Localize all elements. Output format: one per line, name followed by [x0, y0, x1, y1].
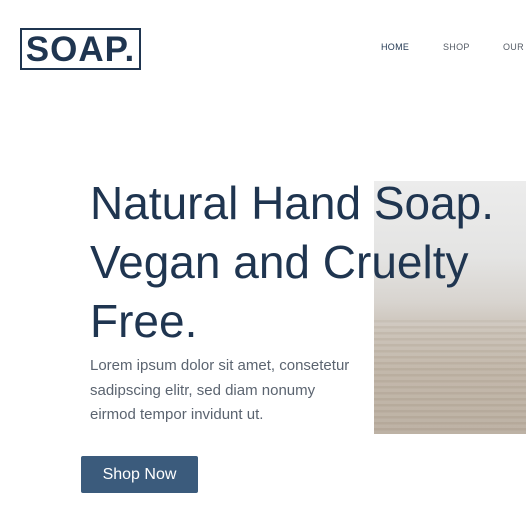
shop-now-button[interactable]: Shop Now: [81, 456, 198, 493]
nav-item-shop[interactable]: SHOP: [443, 42, 470, 52]
hero-description-line-1: Lorem ipsum dolor sit amet, consetetur: [90, 357, 350, 374]
hero-description: Lorem ipsum dolor sit amet, consetetur s…: [90, 354, 370, 428]
main-nav: HOME SHOP OUR S: [0, 42, 526, 56]
nav-item-our-story[interactable]: OUR S: [503, 42, 526, 52]
hero-description-line-2: sadipscing elitr, sed diam nonumy: [90, 381, 316, 399]
hero-headline: Natural Hand Soap. Vegan and Cruelty Fre…: [90, 174, 526, 351]
hero-headline-line-2: Vegan and Cruelty: [90, 236, 469, 288]
nav-item-home[interactable]: HOME: [381, 42, 409, 52]
page: SOAP. HOME SHOP OUR S Natural Hand Soap.…: [0, 0, 526, 530]
hero-description-line-3: eirmod tempor invidunt ut.: [90, 406, 264, 423]
hero-headline-line-3: Free.: [90, 295, 198, 347]
hero-headline-line-1: Natural Hand Soap.: [90, 177, 495, 229]
